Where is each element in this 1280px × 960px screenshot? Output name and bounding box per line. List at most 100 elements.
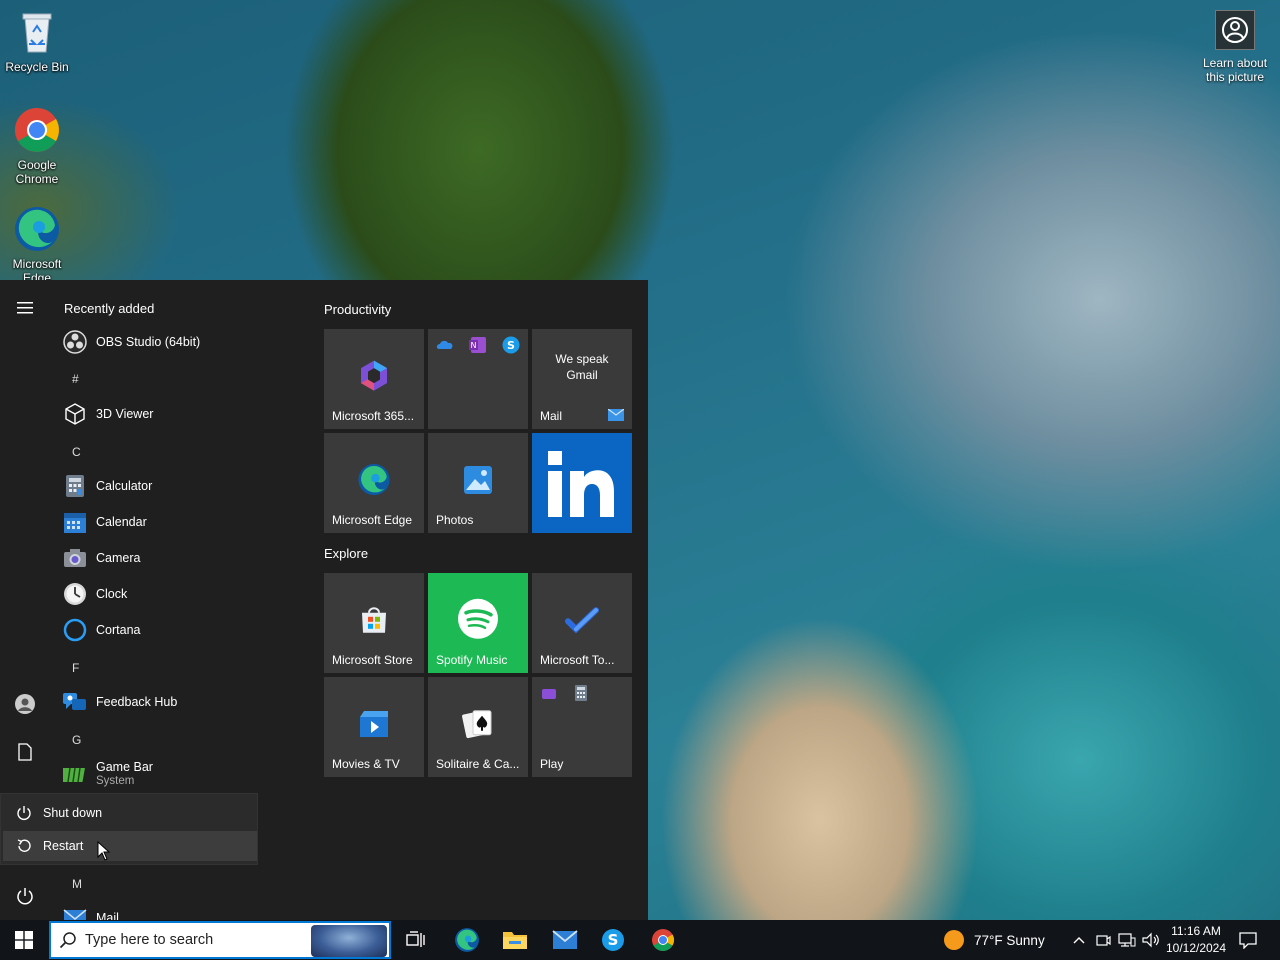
game-bar-sublabel: System	[96, 775, 135, 787]
app-obs-studio[interactable]: OBS Studio (64bit)	[62, 326, 200, 358]
app-camera[interactable]: Camera	[62, 542, 140, 574]
app-feedback-hub[interactable]: Feedback Hub	[62, 686, 177, 718]
group-explore[interactable]: Explore	[324, 546, 368, 561]
obs-icon	[62, 329, 88, 355]
restart-option[interactable]: Restart	[3, 831, 257, 861]
start-button[interactable]	[0, 920, 48, 960]
skype-icon: S	[502, 336, 520, 354]
network-button[interactable]	[1116, 920, 1138, 960]
tile-microsoft-365[interactable]: Microsoft 365...	[324, 329, 424, 429]
camera-circle-icon	[1215, 10, 1255, 50]
windows-logo-icon	[15, 931, 33, 949]
user-icon	[15, 694, 35, 714]
tile-microsoft-todo[interactable]: Microsoft To...	[532, 573, 632, 673]
camera-icon	[62, 545, 88, 571]
search-highlight-image	[311, 925, 387, 957]
movies-tv-icon	[360, 711, 388, 737]
mouse-cursor-icon	[97, 841, 111, 861]
feedback-hub-icon	[62, 689, 88, 715]
power-button[interactable]	[0, 878, 50, 914]
calculator-small-icon	[575, 685, 587, 701]
desktop-icon-recycle-bin[interactable]: Recycle Bin	[4, 8, 70, 74]
tile-mail[interactable]: We speak Gmail Mail	[532, 329, 632, 429]
meet-now-icon	[1096, 935, 1111, 946]
app-game-bar[interactable]: Game Bar System	[62, 758, 153, 790]
meet-now-button[interactable]	[1092, 920, 1114, 960]
app-clock[interactable]: Clock	[62, 578, 127, 610]
taskbar-chrome-button[interactable]	[642, 920, 684, 960]
edge-icon	[358, 464, 390, 496]
tile-spotify[interactable]: Spotify Music	[428, 573, 528, 673]
microsoft-365-icon	[361, 360, 387, 391]
tile-linkedin[interactable]	[532, 433, 632, 533]
tile-microsoft-edge[interactable]: Microsoft Edge	[324, 433, 424, 533]
solitaire-cards-icon	[462, 710, 492, 739]
taskbar-edge-button[interactable]	[446, 920, 488, 960]
power-icon	[17, 888, 33, 905]
start-menu: Recently added OBS Studio (64bit) # 3D V…	[0, 280, 648, 920]
volume-button[interactable]	[1140, 920, 1162, 960]
notification-icon	[1239, 932, 1257, 949]
app-calculator[interactable]: Calculator	[62, 470, 152, 502]
recently-added-heading: Recently added	[64, 301, 155, 316]
app-mail[interactable]: Mail	[62, 902, 119, 920]
hamburger-icon	[17, 302, 33, 314]
edge-icon	[13, 205, 61, 253]
mail-envelope-icon	[608, 409, 624, 421]
show-hidden-icons-button[interactable]	[1068, 920, 1090, 960]
tile-play-folder[interactable]: Play	[532, 677, 632, 777]
mail-icon	[62, 905, 88, 920]
onenote-icon: N	[469, 337, 486, 353]
recycle-bin-icon	[13, 8, 61, 56]
calculator-icon	[62, 473, 88, 499]
taskbar-search-box[interactable]: Type here to search	[49, 921, 391, 959]
hamburger-menu-button[interactable]	[0, 290, 50, 326]
store-icon	[362, 607, 386, 633]
power-icon	[15, 804, 33, 822]
onedrive-icon	[436, 340, 453, 349]
weather-text[interactable]: 77°F Sunny	[974, 920, 1045, 960]
svg-text:S: S	[507, 339, 515, 352]
skype-icon: S	[602, 929, 624, 951]
speaker-icon	[1142, 932, 1159, 948]
spotify-icon	[458, 598, 498, 639]
letter-header-hash[interactable]: #	[72, 372, 79, 386]
taskbar-file-explorer-button[interactable]	[494, 920, 536, 960]
network-icon	[1118, 933, 1136, 947]
photos-icon	[464, 466, 492, 494]
letter-header-g[interactable]: G	[72, 733, 81, 747]
tile-movies-tv[interactable]: Movies & TV	[324, 677, 424, 777]
tile-photos[interactable]: Photos	[428, 433, 528, 533]
notification-center-button[interactable]	[1234, 920, 1262, 960]
task-view-button[interactable]	[396, 920, 436, 960]
tile-office-apps[interactable]: N S	[428, 329, 528, 429]
tile-solitaire[interactable]: Solitaire & Ca...	[428, 677, 528, 777]
shut-down-option[interactable]: Shut down	[3, 798, 257, 828]
user-account-button[interactable]	[0, 686, 50, 722]
search-icon	[59, 932, 76, 949]
tile-microsoft-store[interactable]: Microsoft Store	[324, 573, 424, 673]
taskbar-clock[interactable]: 11:16 AM 10/12/2024	[1160, 923, 1232, 957]
calendar-icon	[62, 509, 88, 535]
taskbar-skype-button[interactable]: S	[592, 920, 634, 960]
app-cortana[interactable]: Cortana	[62, 614, 140, 646]
taskbar: Type here to search S 77°F Sunny 11:16 A…	[0, 920, 1280, 960]
weather-icon-button[interactable]	[940, 920, 968, 960]
letter-header-m[interactable]: M	[72, 877, 82, 891]
chevron-up-icon	[1073, 937, 1085, 944]
letter-header-f[interactable]: F	[72, 661, 79, 675]
todo-checkmark-icon	[565, 607, 599, 634]
desktop-icon-chrome[interactable]: Google Chrome	[4, 106, 70, 186]
clock-time: 11:16 AM	[1171, 924, 1221, 938]
group-productivity[interactable]: Productivity	[324, 302, 391, 317]
app-calendar[interactable]: Calendar	[62, 506, 147, 538]
app-3d-viewer[interactable]: 3D Viewer	[62, 398, 153, 430]
mail-icon	[552, 930, 578, 949]
task-view-icon	[406, 931, 425, 947]
documents-button[interactable]	[0, 734, 50, 770]
learn-about-picture[interactable]: Learn about this picture	[1200, 10, 1270, 84]
letter-header-c[interactable]: C	[72, 445, 81, 459]
clock-icon	[62, 581, 88, 607]
taskbar-mail-button[interactable]	[544, 920, 586, 960]
desktop-icon-edge[interactable]: Microsoft Edge	[4, 205, 70, 285]
